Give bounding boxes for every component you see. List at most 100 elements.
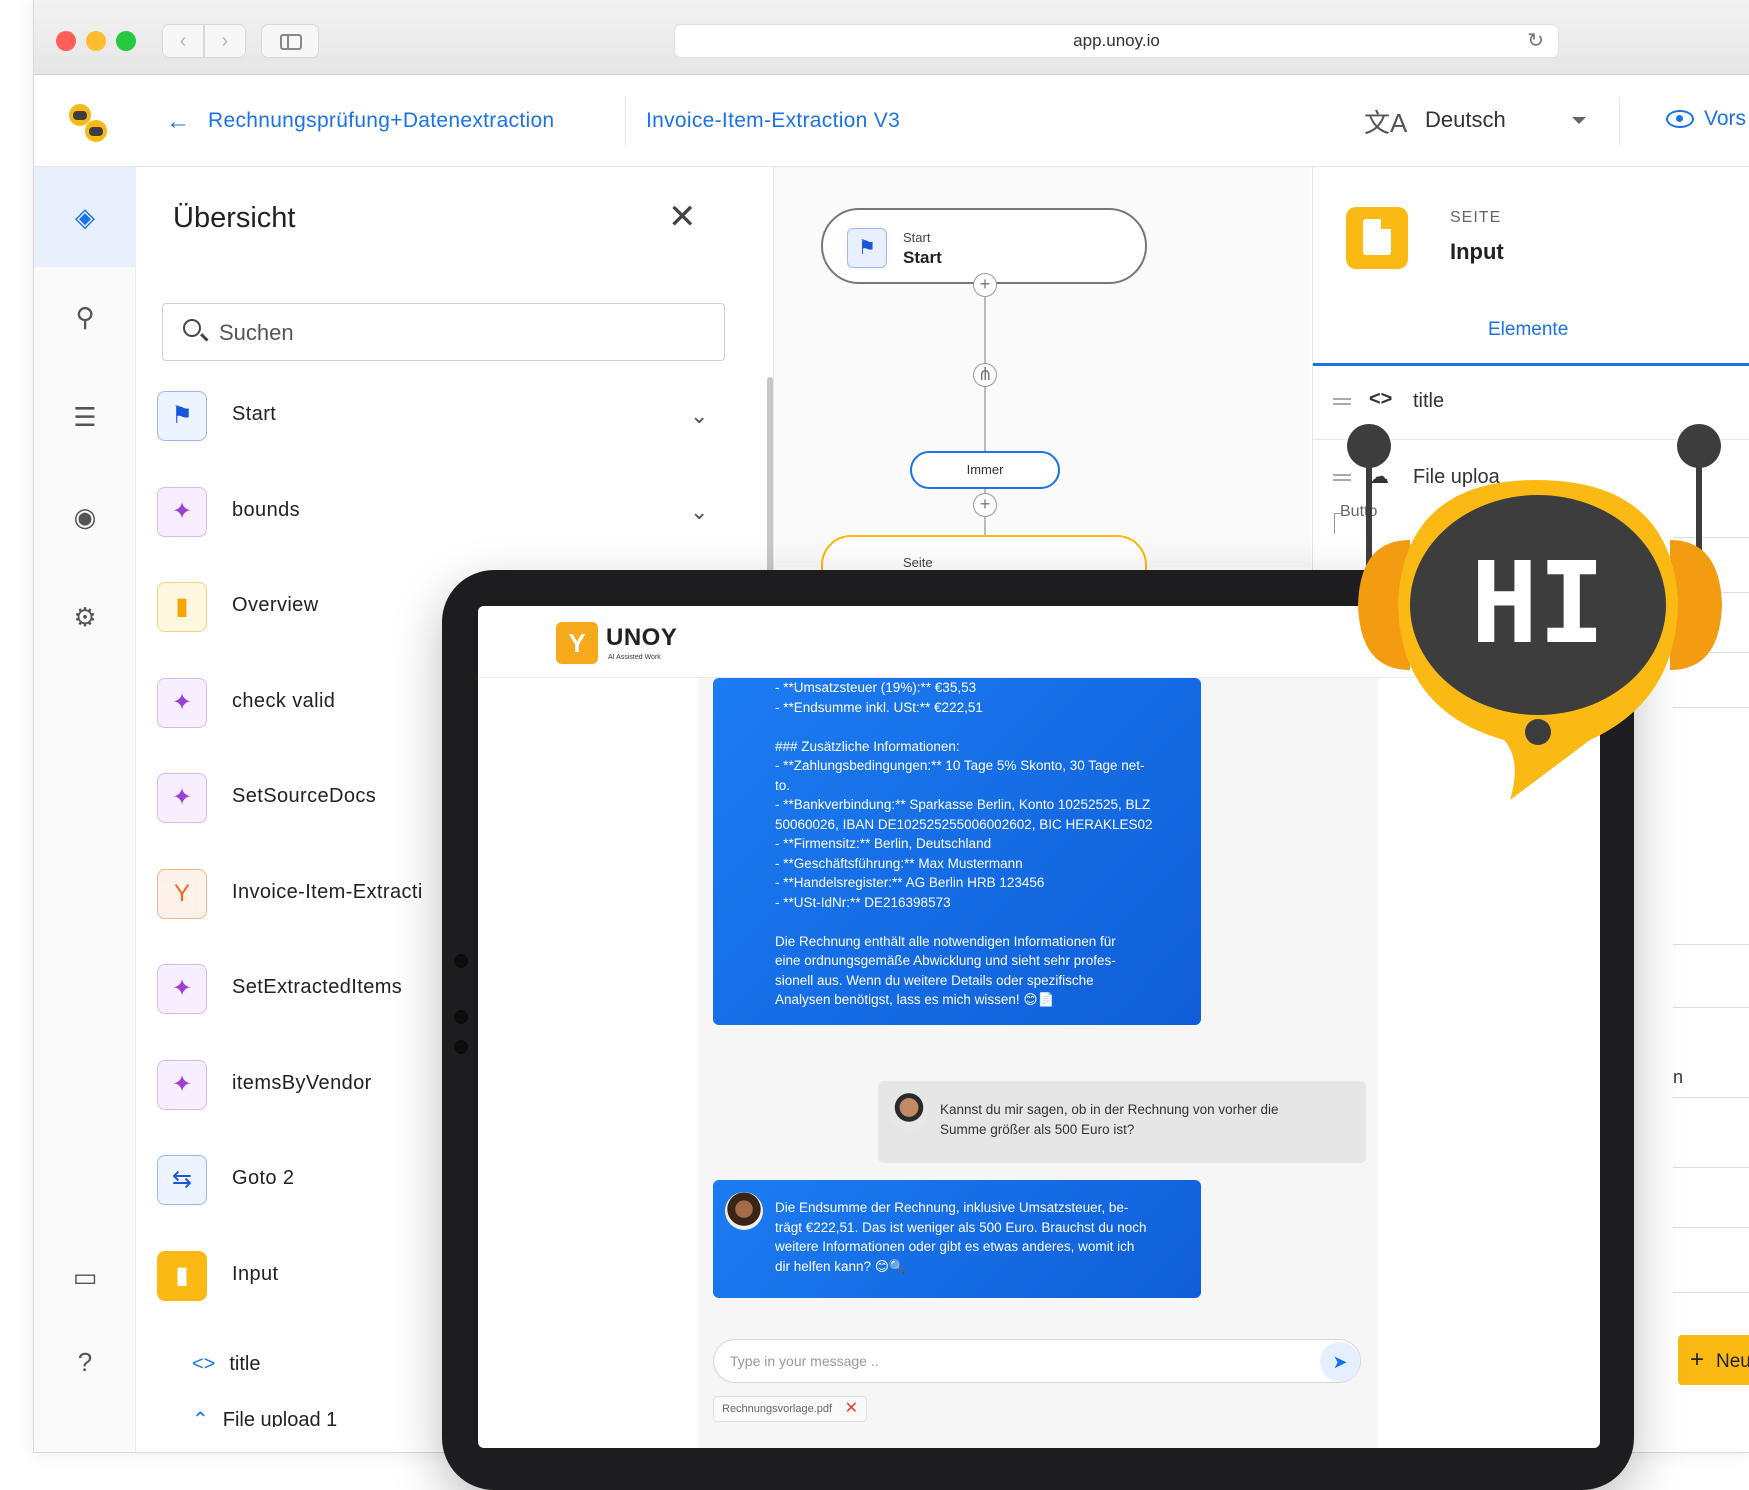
- chevron-down-icon[interactable]: ⌄: [690, 499, 708, 525]
- robot-logo-icon[interactable]: [64, 101, 112, 147]
- overview-item-label: itemsByVendor: [232, 1071, 372, 1094]
- edge-condition[interactable]: Immer: [910, 451, 1060, 489]
- message-line: ### Zusätzliche Informationen:: [775, 738, 960, 754]
- reload-icon[interactable]: ↻: [1527, 25, 1544, 57]
- flow-canvas[interactable]: ⚑ Start Start + ⋔ Immer + Seite: [775, 167, 1311, 634]
- overview-item-label: check valid: [232, 689, 336, 712]
- message-line: Die Rechnung enthält alle notwendigen In…: [775, 933, 1116, 949]
- gear-icon[interactable]: ⚙: [34, 567, 136, 667]
- sparkle-icon: ✦: [157, 773, 207, 823]
- add-node-icon[interactable]: +: [973, 273, 997, 297]
- mascot-text: HI: [1471, 539, 1606, 669]
- ai-message: - **Umsatzsteuer (19%):** €35,53 - **Ends…: [713, 678, 1201, 1025]
- element-name: Input: [1450, 239, 1504, 264]
- message-line: weitere Informationen oder gibt es etwas…: [775, 1239, 1135, 1254]
- page-icon: ▮: [157, 1250, 207, 1301]
- overview-item-label: Input: [232, 1262, 279, 1285]
- message-line: Die Endsumme der Rechnung, inklusive Ums…: [775, 1200, 1129, 1215]
- breadcrumb-project[interactable]: Rechnungsprüfung+Datenextraction: [208, 109, 554, 133]
- search-icon: [183, 319, 201, 337]
- search-input[interactable]: Suchen: [162, 303, 725, 361]
- tab-elements[interactable]: Elemente: [1488, 319, 1568, 341]
- divider: [625, 97, 626, 145]
- sparkle-icon: ✦: [157, 964, 207, 1014]
- message-placeholder: Type in your message ..: [730, 1353, 879, 1369]
- palette-icon[interactable]: ◉: [34, 467, 136, 567]
- overview-item-start[interactable]: ⚑ Start ⌄: [157, 381, 737, 451]
- message-line: sionell aus. Wenn du weitere Details ode…: [775, 972, 1094, 988]
- sparkle-icon: ✦: [157, 1059, 207, 1110]
- eye-icon: [1666, 110, 1694, 129]
- layers-icon[interactable]: ◈: [34, 167, 136, 267]
- camera-dot: [454, 1040, 468, 1054]
- search-placeholder: Suchen: [219, 320, 294, 345]
- browser-toolbar: ‹ › app.unoy.io ↻: [34, 0, 1749, 75]
- chevron-down-icon[interactable]: [1572, 117, 1586, 124]
- scrollbar[interactable]: [767, 377, 773, 577]
- close-icon[interactable]: ✕: [668, 197, 697, 237]
- unoy-logo-icon: Y: [157, 868, 207, 919]
- minimize-window-button[interactable]: [86, 31, 106, 51]
- message-input[interactable]: Type in your message .. ➤: [713, 1339, 1361, 1383]
- breadcrumb-flow[interactable]: Invoice-Item-Extraction V3: [646, 109, 900, 133]
- add-node-icon[interactable]: +: [973, 493, 997, 517]
- sub-item-title[interactable]: <> title: [192, 1353, 260, 1376]
- new-element-button[interactable]: + Neues E: [1678, 1335, 1749, 1385]
- message-line: eine ordnungsgemäße Abwicklung und sieht…: [775, 953, 1116, 968]
- divider: [1619, 97, 1620, 145]
- preview-button[interactable]: Vors: [1666, 107, 1746, 131]
- chat-list-icon[interactable]: ☰: [34, 367, 136, 467]
- url-text: app.unoy.io: [1073, 31, 1160, 50]
- address-bar[interactable]: app.unoy.io ↻: [674, 24, 1559, 58]
- message-line: - **Firmensitz:** Berlin, Deutschland: [775, 836, 992, 851]
- icon-rail: ◈ ⚲ ☰ ◉ ⚙ ▭ ?: [34, 167, 136, 1452]
- user-avatar: [890, 1093, 928, 1131]
- message-line: trägt €222,51. Das ist weniger als 500 E…: [775, 1219, 1147, 1235]
- message-line: [775, 717, 1185, 737]
- overview-item-label: SetExtractedItems: [232, 976, 403, 998]
- help-icon[interactable]: ?: [34, 1312, 136, 1412]
- sidebar-icon: [280, 34, 302, 50]
- attachment-chip[interactable]: Rechnungsvorlage.pdf ✕: [713, 1396, 868, 1422]
- chevron-down-icon[interactable]: ⌄: [690, 403, 708, 429]
- overview-item-label: bounds: [232, 498, 301, 521]
- ai-message: Die Endsumme der Rechnung, inklusive Ums…: [713, 1180, 1201, 1298]
- flag-icon: ⚑: [157, 391, 207, 441]
- plus-icon: +: [1690, 1346, 1705, 1373]
- panel-title: Übersicht: [173, 202, 296, 234]
- chat-area: - **Umsatzsteuer (19%):** €35,53 - **Ends…: [698, 678, 1378, 1448]
- message-line: 50060026, IBAN DE10252525500600260​2, BI…: [775, 816, 1153, 832]
- app-header: ← Rechnungsprüfung+Datenextraction Invoi…: [34, 75, 1749, 167]
- remove-attachment-icon[interactable]: ✕: [845, 1397, 858, 1421]
- user-message: Kannst du mir sagen, ob in der Rechnung …: [878, 1081, 1366, 1163]
- translate-icon: 文A: [1364, 108, 1408, 138]
- preview-label: Vors: [1704, 107, 1747, 130]
- assistant-avatar: [725, 1192, 763, 1230]
- branch-icon[interactable]: ⋔: [973, 363, 997, 387]
- element-label: title: [1413, 390, 1445, 412]
- upload-icon: ⌃: [192, 1409, 209, 1427]
- back-arrow-icon[interactable]: ←: [166, 108, 190, 136]
- element-kind: SEITE: [1450, 209, 1502, 226]
- overview-item-bounds[interactable]: ✦ bounds ⌄: [157, 477, 737, 547]
- browser-back-button[interactable]: ‹: [162, 24, 204, 58]
- language-select[interactable]: Deutsch: [1425, 107, 1506, 133]
- send-icon[interactable]: ➤: [1320, 1342, 1360, 1382]
- message-line: [775, 912, 1185, 932]
- message-line: - **Handelsregister:** AG Berlin HRB 123…: [775, 875, 1045, 890]
- close-window-button[interactable]: [56, 31, 76, 51]
- message-line: - **Endsumme inkl. USt:** €222,51: [775, 699, 983, 715]
- sub-item-label: File upload 1: [222, 1409, 338, 1427]
- page-icon: ▮: [157, 582, 207, 632]
- robot-mascot: HI: [1347, 424, 1722, 800]
- sub-item-file-upload[interactable]: ⌃ File upload 1: [192, 1407, 337, 1427]
- route-icon: ⇆: [157, 1155, 207, 1205]
- lightbulb-icon[interactable]: ⚲: [34, 267, 136, 367]
- sidebar-toggle-button[interactable]: [261, 24, 319, 58]
- message-line: - **Umsatzsteuer (19%):** €35,53: [775, 680, 977, 695]
- browser-forward-button[interactable]: ›: [204, 24, 246, 58]
- maximize-window-button[interactable]: [116, 31, 136, 51]
- sparkle-icon: ✦: [157, 486, 207, 537]
- node-name: Start: [903, 248, 942, 267]
- drag-handle-icon[interactable]: [1333, 398, 1351, 400]
